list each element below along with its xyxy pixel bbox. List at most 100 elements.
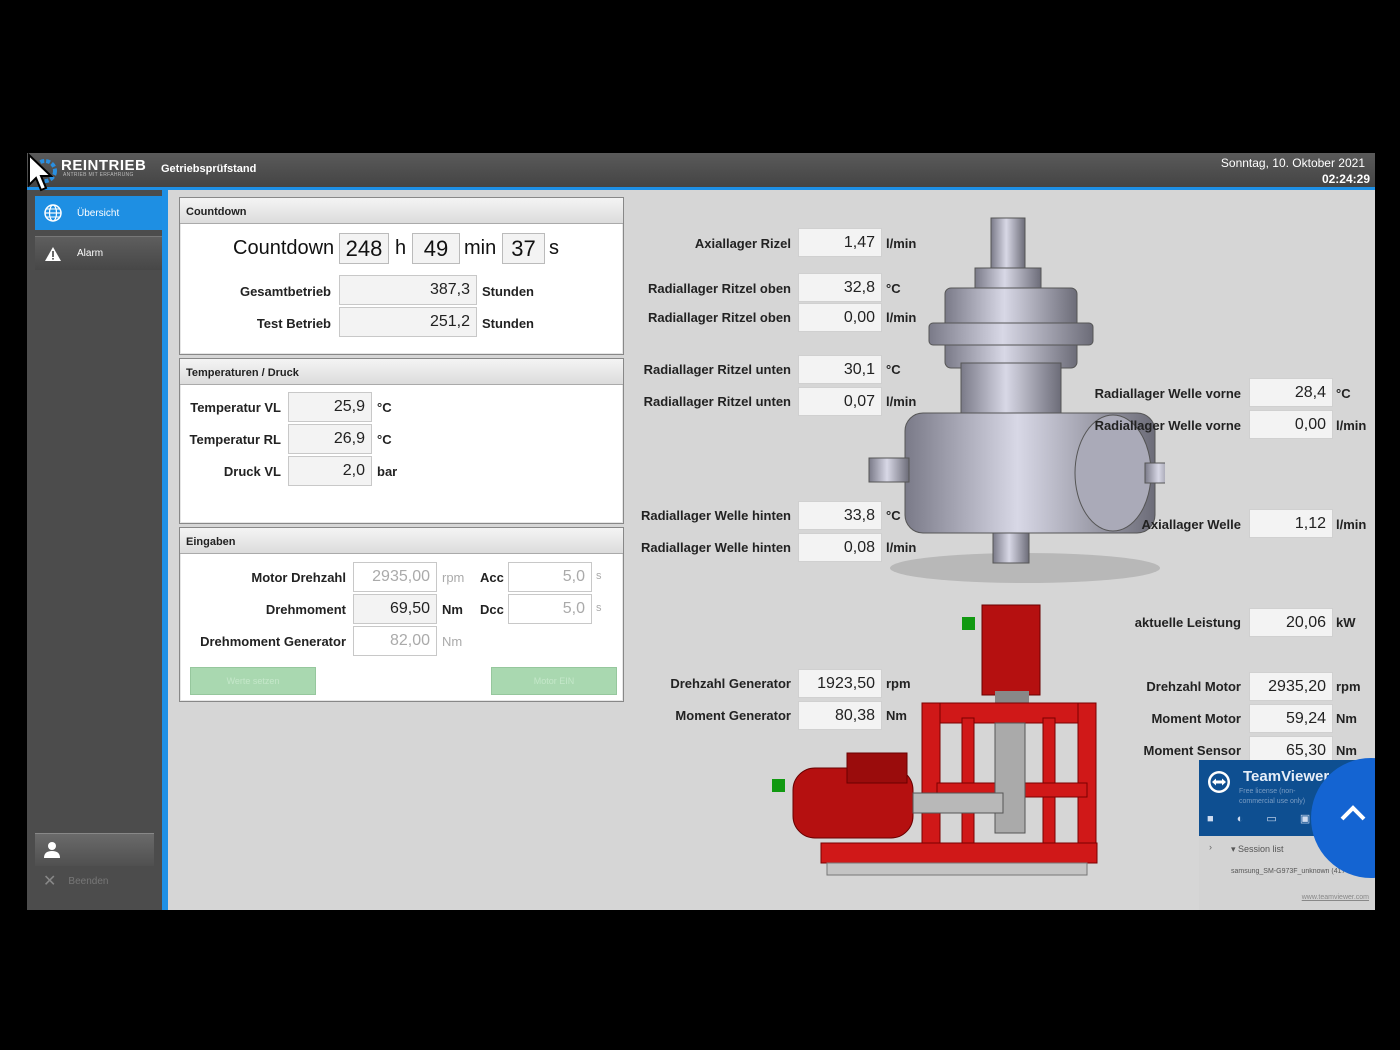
measurement-label: Radiallager Welle vorne (1094, 386, 1241, 401)
teamviewer-logo-icon (1208, 771, 1230, 793)
pressure-vl-label: Druck VL (223, 464, 281, 479)
measurement-value: 28,4 (1249, 378, 1333, 407)
measurement-value: 0,07 (798, 387, 882, 416)
chevron-right-icon[interactable]: › (1209, 842, 1212, 852)
measurement-unit: °C (886, 508, 901, 523)
measurement-unit: °C (886, 281, 901, 296)
countdown-seconds: 37 (502, 233, 545, 264)
measurement-unit: l/min (886, 310, 917, 325)
power-label: aktuelle Leistung (1134, 615, 1241, 630)
sidebar-item-label: Alarm (77, 248, 104, 259)
header-date: Sonntag, 10. Oktober 2021 (1220, 156, 1365, 170)
measurement-unit: °C (1336, 386, 1351, 401)
sidebar (27, 190, 162, 910)
motor-torque-label: Moment Motor (1151, 711, 1241, 726)
generator-torque-unit: Nm (886, 708, 907, 723)
sidebar-item-label: Übersicht (77, 207, 120, 219)
motor-speed-unit: rpm (442, 570, 465, 585)
pressure-vl-unit: bar (377, 464, 398, 479)
panel-title: Temperaturen / Druck (180, 359, 623, 385)
chevron-up-icon (1340, 805, 1366, 821)
measurement-label: Radiallager Welle hinten (640, 540, 791, 555)
test-runtime-unit: Stunden (482, 316, 534, 331)
teamviewer-link[interactable]: www.teamviewer.com (1302, 894, 1369, 901)
generator-torque-input[interactable]: 82,00 (353, 626, 437, 656)
measurement-unit: l/min (886, 540, 917, 555)
measurement-label: Radiallager Ritzel oben (647, 281, 791, 296)
generator-torque-label: Drehmoment Generator (200, 634, 346, 649)
countdown-hours: 248 (339, 233, 389, 264)
warning-icon (43, 244, 63, 264)
measurement-unit: l/min (886, 394, 917, 409)
user-icon (44, 842, 60, 858)
motor-torque-unit: Nm (1336, 711, 1357, 726)
torque-unit: Nm (442, 602, 463, 617)
header-accent-line (27, 187, 1375, 190)
motor-speed-unit: rpm (1336, 679, 1361, 694)
measurement-value: 0,00 (798, 303, 882, 332)
status-indicator-motor (962, 617, 975, 630)
close-icon: ✕ (43, 873, 57, 890)
test-runtime-label: Test Betrieb (256, 316, 331, 331)
session-list-label: Session list (1238, 844, 1284, 854)
measurement-value: 1,12 (1249, 509, 1333, 538)
dcc-unit: s (596, 602, 602, 614)
panel-title: Countdown (180, 198, 623, 224)
measurement-label: Radiallager Welle hinten (640, 508, 791, 523)
measurement-value: 30,1 (798, 355, 882, 384)
measurement-unit: °C (886, 362, 901, 377)
measurement-value: 0,00 (1249, 410, 1333, 439)
sidebar-item-alarm[interactable]: Alarm (35, 236, 162, 270)
hours-unit: h (395, 237, 407, 259)
measurement-label: Radiallager Welle vorne (1094, 418, 1241, 433)
sidebar-accent (162, 190, 168, 910)
measurement-value: 33,8 (798, 501, 882, 530)
generator-torque-label: Moment Generator (675, 708, 791, 723)
countdown-minutes: 49 (412, 233, 460, 264)
exit-button[interactable]: ✕ Beenden (35, 870, 154, 892)
acc-input[interactable]: 5,0 (508, 562, 592, 592)
torque-input[interactable]: 69,50 (353, 594, 437, 624)
header-time: 02:24:29 (1321, 172, 1370, 186)
countdown-label: Countdown (233, 237, 335, 259)
motor-torque-value: 59,24 (1249, 704, 1333, 733)
countdown-panel: Countdown Countdown 248 h 49 min 37 s Ge… (179, 197, 624, 355)
motor-speed-label: Drehzahl Motor (1146, 679, 1241, 694)
generator-speed-value: 1923,50 (798, 669, 882, 698)
panel-title: Eingaben (180, 528, 623, 554)
set-values-button[interactable]: Werte setzen (190, 667, 316, 695)
measurement-unit: l/min (1336, 517, 1367, 532)
motor-speed-input[interactable]: 2935,00 (353, 562, 437, 592)
dcc-input[interactable]: 5,0 (508, 594, 592, 624)
motor-on-button[interactable]: Motor EIN (491, 667, 617, 695)
acc-unit: s (596, 570, 602, 582)
total-runtime-label: Gesamtbetrieb (239, 284, 331, 299)
measurement-value: 1,47 (798, 228, 882, 257)
generator-speed-label: Drehzahl Generator (670, 676, 791, 691)
measurement-unit: l/min (886, 236, 917, 251)
pressure-vl-value: 2,0 (288, 456, 372, 486)
sensor-torque-unit: Nm (1336, 743, 1357, 758)
hmi-screen: REINTRIEB ANTRIEB MIT ERFAHRUNG Getriebs… (27, 153, 1375, 910)
measurement-label: Radiallager Ritzel oben (647, 310, 791, 325)
total-runtime-value: 387,3 (339, 275, 477, 305)
exit-label: Beenden (68, 875, 109, 887)
globe-icon (43, 203, 63, 223)
torque-label: Drehmoment (265, 602, 346, 617)
temperature-panel: Temperaturen / Druck Temperatur VL 25,9 … (179, 358, 624, 524)
dcc-label: Dcc (480, 602, 504, 617)
session-list-header[interactable]: ▾ Session list (1231, 844, 1284, 855)
page-title: Getriebsprüfstand (161, 163, 257, 175)
temp-vl-unit: °C (377, 400, 392, 415)
user-button[interactable] (35, 833, 154, 866)
measurement-value: 0,08 (798, 533, 882, 562)
temp-rl-value: 26,9 (288, 424, 372, 454)
brand-tagline: ANTRIEB MIT ERFAHRUNG (63, 172, 134, 178)
total-runtime-unit: Stunden (482, 284, 534, 299)
motor-speed-label: Motor Drehzahl (251, 570, 346, 585)
mouse-cursor-icon (28, 153, 53, 192)
sidebar-item-overview[interactable]: Übersicht (35, 196, 162, 230)
acc-label: Acc (480, 570, 504, 585)
power-unit: kW (1336, 615, 1356, 630)
measurement-label: Axiallager Rizel (694, 236, 791, 251)
